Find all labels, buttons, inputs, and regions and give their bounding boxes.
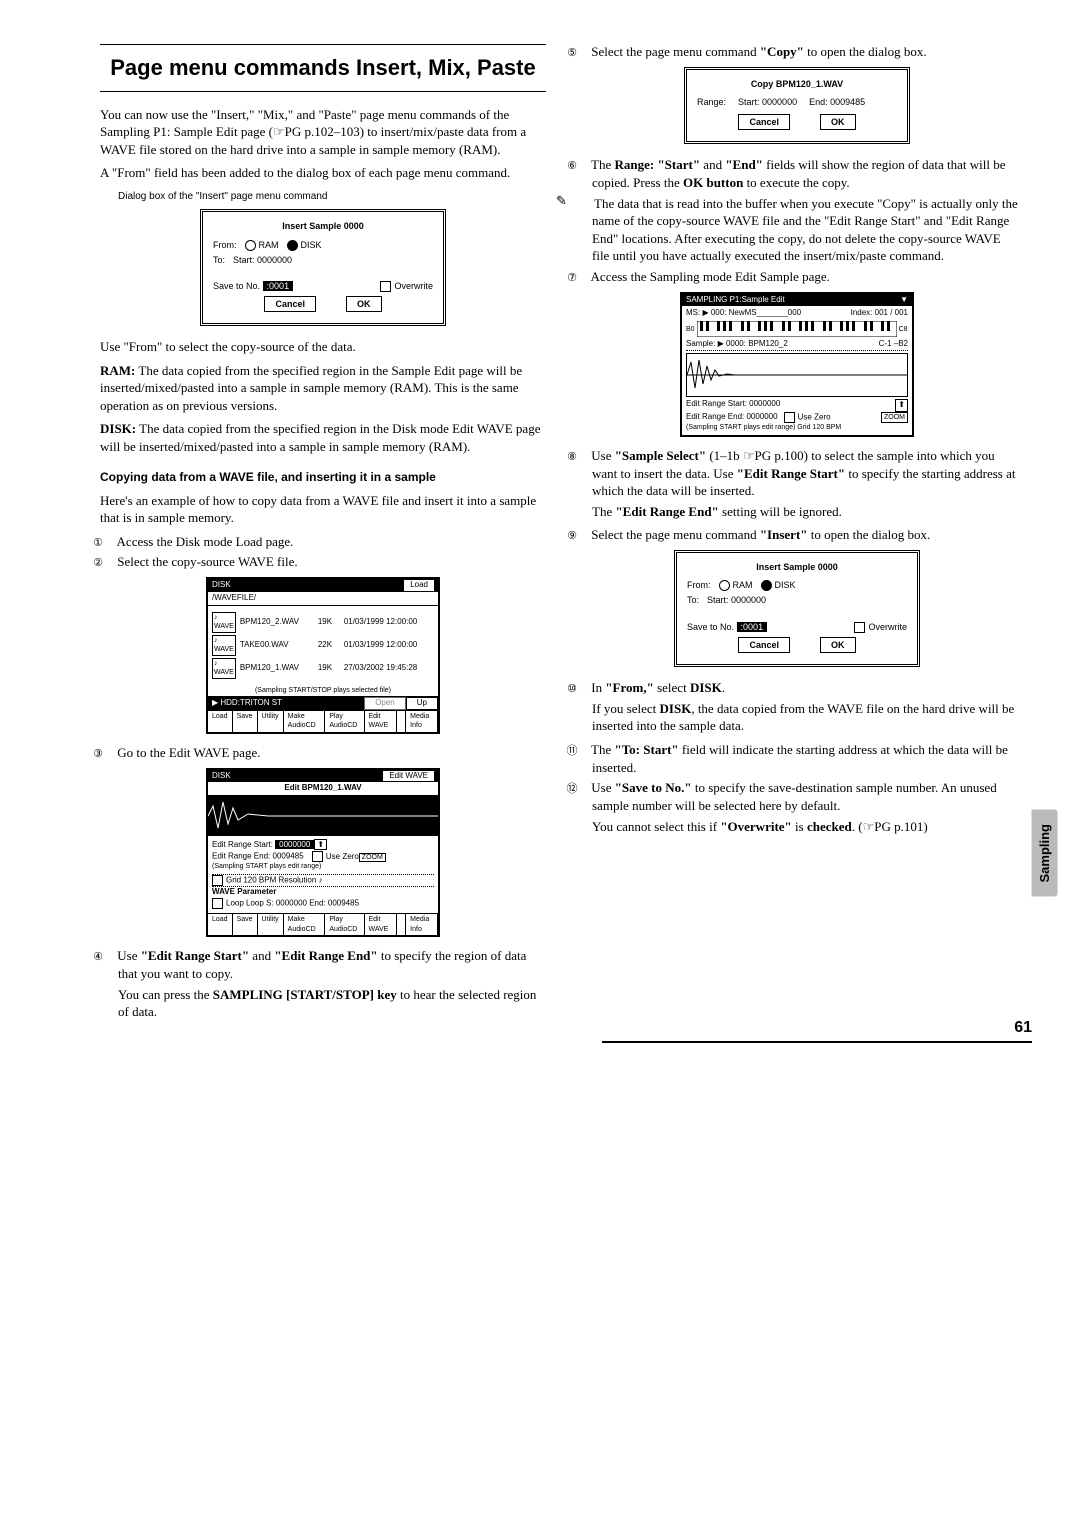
step-1: ① Access the Disk mode Load page. [100,533,546,551]
step-12b: You cannot select this if "Overwrite" is… [592,818,1020,836]
up-arrow-icon: ⬆ [895,399,908,412]
dialog2-ok-button: OK [820,637,856,653]
editwave-title: DISK [212,771,231,782]
from-paragraph: Use "From" to select the copy-source of … [100,338,546,356]
dialog1-overwrite: Overwrite [394,281,433,291]
checkbox-overwrite-icon [854,622,865,633]
step-4: ④ Use "Edit Range Start" and "Edit Range… [100,947,546,982]
checkbox-usezero-icon [312,851,323,862]
file-row-2-date: 01/03/1999 12:00:00 [344,640,417,651]
disk-menu: Load [404,580,434,591]
file-row-1-name: BPM120_2.WAV [240,617,314,628]
figure-insert-dialog-1: Insert Sample 0000 From: RAM DISK To: St… [200,209,446,326]
waveform-icon [687,354,907,396]
figure-insert-dialog-2: Insert Sample 0000 From: RAM DISK To: St… [674,550,920,667]
note-copy: The data that is read into the buffer wh… [574,195,1020,265]
step-3: ③ Go to the Edit WAVE page. [100,744,546,762]
wave-icon: ♪WAVE [212,612,236,633]
dialog1-ok-button: OK [346,296,382,312]
file-row-3-size: 19K [318,663,340,674]
up-arrow-icon: ⬆ [314,839,327,850]
disk-footer: (Sampling START/STOP plays selected file… [208,685,438,696]
step-8: ⑧ Use "Sample Select" (1–1b ☞PG p.100) t… [574,447,1020,500]
dialog1-disk: DISK [301,240,322,250]
pencil-note-icon [574,195,590,207]
disk-title: DISK [212,580,231,591]
wave-icon: ♪WAVE [212,635,236,656]
file-row-1-date: 01/03/1999 12:00:00 [344,617,417,628]
section-title: Page menu commands Insert, Mix, Paste [100,44,546,92]
keyboard-icon [697,321,897,337]
copy-ok-button: OK [820,114,856,130]
radio-disk-icon [287,240,298,251]
disk-up: Up [406,697,438,710]
step-2: ② Select the copy-source WAVE file. [100,553,546,571]
intro-2: A "From" field has been added to the dia… [100,164,546,182]
step-9: ⑨ Select the page menu command "Insert" … [574,526,1020,544]
figure-edit-wave: DISKEdit WAVE Edit BPM120_1.WAV Edit Ran… [206,768,440,938]
editwave-tabs: Load Save Utility Make AudioCD Play Audi… [208,913,438,935]
waveform-icon [208,796,438,836]
step-4b: You can press the SAMPLING [START/STOP] … [118,986,546,1021]
dialog1-cancel-button: Cancel [264,296,316,312]
radio-ram-icon [719,580,730,591]
dialog1-caption: Dialog box of the "Insert" page menu com… [118,190,546,204]
dialog1-start: Start: 0000000 [233,254,292,266]
editwave-file: Edit BPM120_1.WAV [208,782,438,796]
copy-cancel-button: Cancel [738,114,790,130]
figure-copy-dialog: Copy BPM120_1.WAV Range: Start: 0000000 … [684,67,910,144]
ram-paragraph: RAM: The data copied from the specified … [100,362,546,415]
checkbox-grid-icon [212,875,223,886]
radio-ram-icon [245,240,256,251]
step-8b: The "Edit Range End" setting will be ign… [592,503,1020,521]
radio-disk-icon [761,580,772,591]
step-5: ⑤ Select the page menu command "Copy" to… [574,43,1020,61]
checkbox-loop-icon [212,898,223,909]
checkbox-usezero-icon [784,412,795,423]
dialog2-title: Insert Sample 0000 [687,561,907,573]
intro-1: You can now use the "Insert," "Mix," and… [100,106,546,159]
disk-path: /WAVEFILE/ [208,592,438,606]
step-7: ⑦ Access the Sampling mode Edit Sample p… [574,268,1020,286]
figure-sampling-edit: SAMPLING P1:Sample Edit▼ MS: ▶ 000: NewM… [680,292,914,437]
dialog1-title: Insert Sample 0000 [213,220,433,232]
dialog2-cancel-button: Cancel [738,637,790,653]
figure-disk-load: DISK Load /WAVEFILE/ ♪WAVE BPM120_2.WAV 1… [206,577,440,733]
checkbox-overwrite-icon [380,281,391,292]
file-row-1-size: 19K [318,617,340,628]
right-column: ⑤ Select the page menu command "Copy" to… [574,40,1020,1027]
step-6: ⑥ The Range: "Start" and "End" fields wi… [574,156,1020,191]
file-row-3-date: 27/03/2002 19:45:28 [344,663,417,674]
dialog1-ram: RAM [259,240,279,250]
disk-open: Open [364,697,406,710]
step-11: ⑪ The "To: Start" field will indicate th… [574,741,1020,776]
disk-tabs: Load Save Utility Make AudioCD Play Audi… [208,710,438,732]
dialog1-save-label: Save to No. [213,281,260,291]
dialog1-save-val: :0001 [263,281,294,291]
sampling-title: SAMPLING P1:Sample Edit [686,295,785,306]
left-column: Page menu commands Insert, Mix, Paste Yo… [100,40,546,1027]
disk-drive: HDD:TRITON ST [220,698,282,707]
copy-title: Copy BPM120_1.WAV [697,78,897,90]
editwave-menu: Edit WAVE [383,771,434,782]
file-row-3-name: BPM120_1.WAV [240,663,314,674]
file-row-2-name: TAKE00.WAV [240,640,314,651]
step-12: ⑫ Use "Save to No." to specify the save-… [574,779,1020,814]
sub1-intro: Here's an example of how to copy data fr… [100,492,546,527]
side-tab: Sampling [1032,810,1058,897]
wave-icon: ♪WAVE [212,658,236,679]
step-10b: If you select DISK, the data copied from… [592,700,1020,735]
dialog1-to-label: To: [213,254,225,266]
page-number: 61 [602,1017,1032,1043]
step-10: ⑩ In "From," select DISK. [574,679,1020,697]
subheading-copy: Copying data from a WAVE file, and inser… [100,469,546,485]
file-row-2-size: 22K [318,640,340,651]
disk-paragraph: DISK: The data copied from the specified… [100,420,546,455]
dialog1-from-label: From: [213,239,237,251]
